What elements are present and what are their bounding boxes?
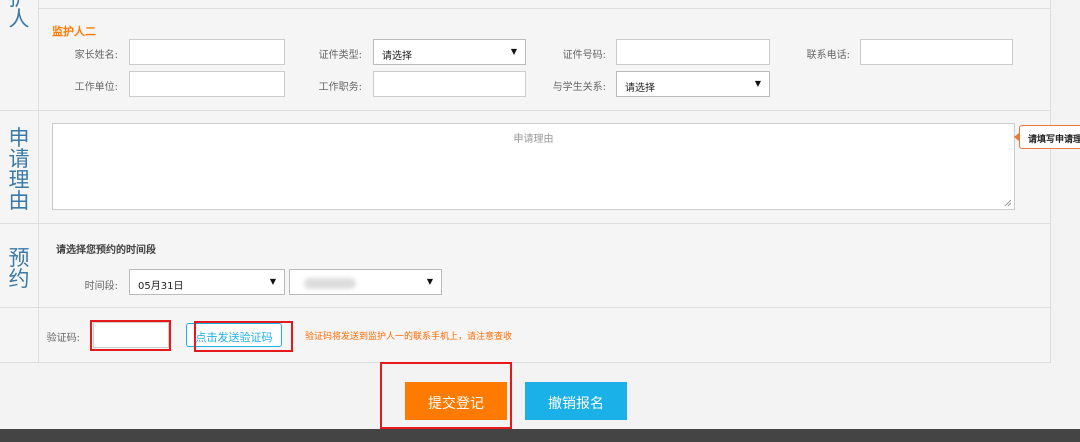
work-unit-input[interactable] [129, 71, 285, 97]
guardian2-title: 监护人二 [52, 25, 96, 38]
phone-input[interactable] [860, 39, 1013, 65]
verify-hint: 验证码将发送到监护人一的联系手机上，请注意查收 [305, 332, 513, 342]
date-value: 05月31日 [138, 281, 184, 292]
highlight-box [90, 320, 171, 351]
dropdown-arrow-icon: ▼ [269, 277, 276, 286]
phone-label: 联系电话: [806, 50, 850, 61]
work-unit-label: 工作单位: [74, 82, 118, 93]
reason-placeholder: 申请理由 [513, 134, 554, 145]
redacted-value [304, 278, 356, 289]
parent-name-input[interactable] [129, 39, 285, 65]
dropdown-arrow-icon: ▼ [510, 47, 517, 56]
reason-tooltip: 请填写申请理由 [1019, 125, 1080, 149]
highlight-box [380, 362, 512, 429]
time-slot-select[interactable]: ▼ [289, 269, 442, 295]
highlight-box [194, 321, 293, 352]
position-label: 工作职务: [318, 82, 362, 93]
tooltip-arrow-icon [1014, 133, 1019, 141]
dropdown-arrow-icon: ▼ [426, 277, 433, 286]
id-type-select[interactable]: 请选择 ▼ [373, 39, 526, 65]
id-number-input[interactable] [616, 39, 770, 65]
position-input[interactable] [373, 71, 526, 97]
side-char: 预 [8, 246, 30, 270]
cancel-registration-button[interactable]: 撤销报名 [525, 382, 627, 420]
relation-select[interactable]: 请选择 ▼ [616, 71, 770, 97]
cancel-label: 撤销报名 [548, 396, 604, 412]
side-label-reservation: 预 约 [0, 248, 38, 290]
side-label-reason: 申 请 理 由 [0, 128, 38, 212]
side-char: 理 [8, 168, 30, 192]
id-type-value: 请选择 [382, 51, 412, 62]
reason-textarea[interactable]: 申请理由 [52, 123, 1015, 210]
id-number-label: 证件号码: [562, 50, 606, 61]
side-char: 请 [8, 147, 30, 171]
tooltip-text: 请填写申请理由 [1028, 135, 1080, 145]
relation-value: 请选择 [625, 83, 655, 94]
verify-label: 验证码: [46, 333, 80, 344]
side-char: 由 [8, 189, 30, 213]
reservation-title: 请选择您预约的时间段 [56, 245, 156, 256]
id-type-label: 证件类型: [318, 50, 362, 61]
relation-label: 与学生关系: [552, 82, 606, 93]
side-char: 约 [8, 267, 30, 291]
divider [0, 307, 1050, 308]
divider [0, 223, 1050, 224]
name-label: 家长姓名: [74, 50, 118, 61]
side-label-guardian-char: 人 [8, 7, 30, 30]
side-label-guardian: 护 人 [0, 0, 38, 30]
date-select[interactable]: 05月31日 ▼ [129, 269, 285, 295]
resize-grip-icon[interactable] [1004, 199, 1012, 207]
divider [38, 8, 1050, 9]
dropdown-arrow-icon: ▼ [754, 79, 761, 88]
side-char: 申 [8, 126, 30, 150]
time-label: 时间段: [84, 281, 118, 292]
footer-bar [0, 429, 1080, 442]
verify-side-cover [0, 308, 38, 362]
divider [0, 110, 1050, 111]
